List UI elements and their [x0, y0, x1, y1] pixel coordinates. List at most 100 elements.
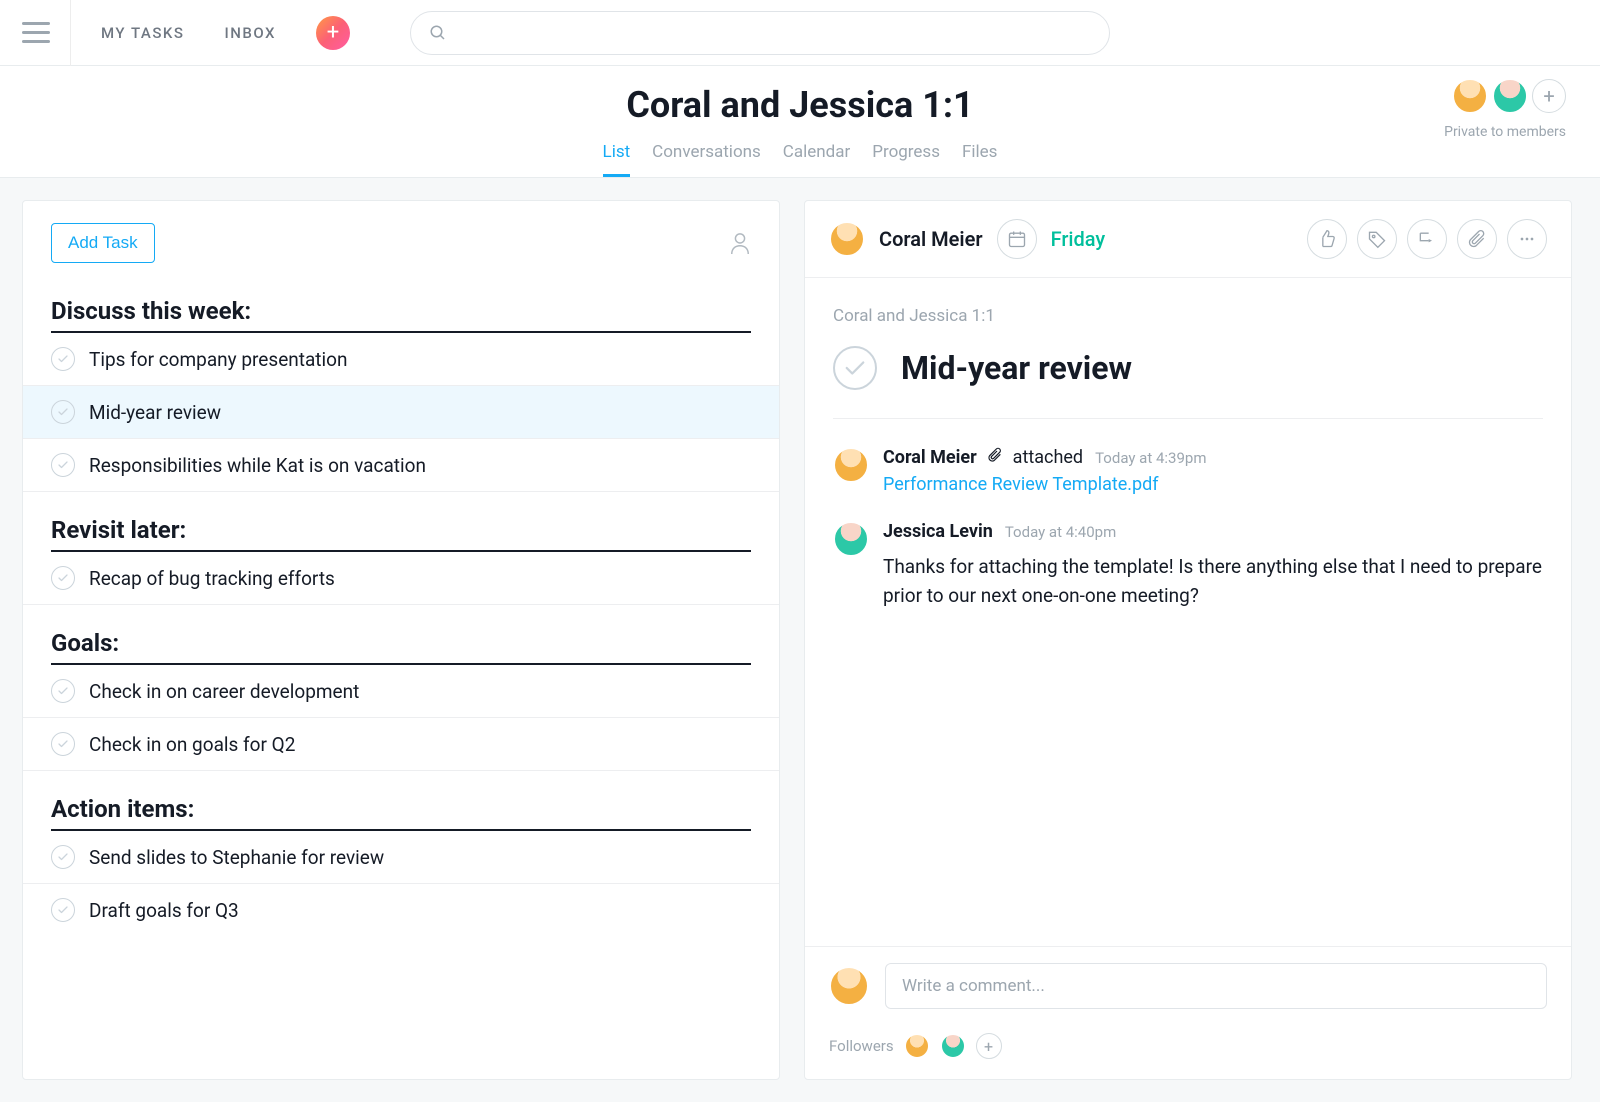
story: Coral Meier attached Today at 4:39pm Perfo… [833, 447, 1543, 495]
subtask-icon [1417, 229, 1437, 249]
project-title: Coral and Jessica 1:1 [30, 84, 1570, 126]
task-title: Responsibilities while Kat is on vacatio… [89, 454, 426, 477]
content: Add Task Discuss this week: Tips for comp… [0, 178, 1600, 1102]
add-task-button[interactable]: Add Task [51, 223, 155, 263]
more-button[interactable] [1507, 219, 1547, 259]
comment-input[interactable]: Write a comment... [885, 963, 1547, 1009]
nav-inbox[interactable]: INBOX [225, 24, 277, 42]
follower-avatar[interactable] [904, 1033, 930, 1059]
follower-avatar[interactable] [940, 1033, 966, 1059]
story-time: Today at 4:39pm [1095, 449, 1206, 467]
section-title[interactable]: Action items: [23, 771, 779, 829]
task-actions [1307, 219, 1547, 259]
due-date-label[interactable]: Friday [1051, 227, 1106, 251]
task-title: Send slides to Stephanie for review [89, 846, 384, 869]
attachment-link[interactable]: Performance Review Template.pdf [883, 474, 1159, 495]
story-verb: attached [1013, 447, 1083, 468]
search-icon [429, 24, 447, 42]
task-title[interactable]: Mid-year review [901, 349, 1132, 387]
task-check-icon[interactable] [51, 845, 75, 869]
paperclip-icon [987, 447, 1003, 463]
task-row[interactable]: Mid-year review [23, 386, 779, 439]
avatar-coral[interactable] [1452, 78, 1488, 114]
divider [70, 0, 71, 66]
task-row[interactable]: Recap of bug tracking efforts [23, 552, 779, 605]
paperclip-icon [1467, 229, 1487, 249]
task-title: Recap of bug tracking efforts [89, 567, 335, 590]
add-member-button[interactable]: + [1532, 79, 1566, 113]
search-input[interactable] [457, 24, 1091, 42]
story-avatar[interactable] [833, 521, 869, 557]
story: Jessica Levin Today at 4:40pm Thanks for … [833, 521, 1543, 611]
tab-conversations[interactable]: Conversations [652, 142, 761, 177]
task-check-icon[interactable] [51, 898, 75, 922]
story-author: Jessica Levin [883, 521, 993, 542]
section-title[interactable]: Goals: [23, 605, 779, 663]
task-title: Check in on goals for Q2 [89, 733, 295, 756]
task-title: Mid-year review [89, 401, 221, 424]
breadcrumb[interactable]: Coral and Jessica 1:1 [833, 306, 1543, 326]
attach-button[interactable] [1457, 219, 1497, 259]
tab-calendar[interactable]: Calendar [783, 142, 850, 177]
tab-files[interactable]: Files [962, 142, 997, 177]
header-right: + Private to members [1444, 78, 1566, 140]
plus-icon: + [327, 20, 339, 45]
more-icon [1517, 229, 1537, 249]
section-title[interactable]: Discuss this week: [23, 273, 779, 331]
privacy-label: Private to members [1444, 124, 1566, 140]
story-text: Thanks for attaching the template! Is th… [883, 552, 1543, 611]
complete-task-button[interactable] [833, 346, 877, 390]
task-row[interactable]: Check in on goals for Q2 [23, 718, 779, 771]
task-check-icon[interactable] [51, 566, 75, 590]
section-title[interactable]: Revisit later: [23, 492, 779, 550]
tag-button[interactable] [1357, 219, 1397, 259]
task-check-icon[interactable] [51, 453, 75, 477]
subtask-button[interactable] [1407, 219, 1447, 259]
thumbs-up-icon [1317, 229, 1337, 249]
due-date-button[interactable] [997, 219, 1037, 259]
project-header: Coral and Jessica 1:1 List Conversations… [0, 66, 1600, 178]
followers-bar: Followers + [805, 1025, 1571, 1079]
comment-bar: Write a comment... [805, 946, 1571, 1025]
tab-list[interactable]: List [603, 142, 631, 177]
avatar-jessica[interactable] [1492, 78, 1528, 114]
task-detail-toolbar: Coral Meier Friday [805, 201, 1571, 278]
assignee-filter-icon[interactable] [729, 231, 751, 255]
followers-label: Followers [829, 1037, 894, 1055]
story-time: Today at 4:40pm [1005, 523, 1116, 541]
task-title: Tips for company presentation [89, 348, 347, 371]
task-detail-body: Coral and Jessica 1:1 Mid-year review Co… [805, 278, 1571, 946]
task-title: Check in on career development [89, 680, 359, 703]
task-row[interactable]: Draft goals for Q3 [23, 884, 779, 936]
task-check-icon[interactable] [51, 679, 75, 703]
task-list-panel: Add Task Discuss this week: Tips for comp… [22, 200, 780, 1080]
tab-progress[interactable]: Progress [872, 142, 940, 177]
tag-icon [1367, 229, 1387, 249]
task-check-icon[interactable] [51, 400, 75, 424]
comment-avatar [829, 966, 869, 1006]
task-check-icon[interactable] [51, 347, 75, 371]
nav-my-tasks[interactable]: MY TASKS [101, 24, 185, 42]
task-check-icon[interactable] [51, 732, 75, 756]
story-avatar[interactable] [833, 447, 869, 483]
quick-add-button[interactable]: + [316, 16, 350, 50]
add-follower-button[interactable]: + [976, 1033, 1002, 1059]
task-row[interactable]: Responsibilities while Kat is on vacatio… [23, 439, 779, 492]
calendar-icon [1007, 229, 1027, 249]
task-detail-panel: Coral Meier Friday Coral and Jessica 1:1… [804, 200, 1572, 1080]
task-list-toolbar: Add Task [23, 201, 779, 273]
task-row[interactable]: Check in on career development [23, 665, 779, 718]
member-avatars: + [1444, 78, 1566, 114]
hamburger-menu-icon[interactable] [20, 17, 52, 49]
like-button[interactable] [1307, 219, 1347, 259]
task-title: Draft goals for Q3 [89, 899, 239, 922]
task-row[interactable]: Tips for company presentation [23, 333, 779, 386]
task-row[interactable]: Send slides to Stephanie for review [23, 831, 779, 884]
task-title-row: Mid-year review [833, 346, 1543, 419]
topbar: MY TASKS INBOX + [0, 0, 1600, 66]
search-input-wrap[interactable] [410, 11, 1110, 55]
assignee-avatar[interactable] [829, 221, 865, 257]
assignee-name[interactable]: Coral Meier [879, 227, 983, 251]
tabs: List Conversations Calendar Progress Fil… [30, 142, 1570, 177]
story-author: Coral Meier [883, 447, 977, 468]
